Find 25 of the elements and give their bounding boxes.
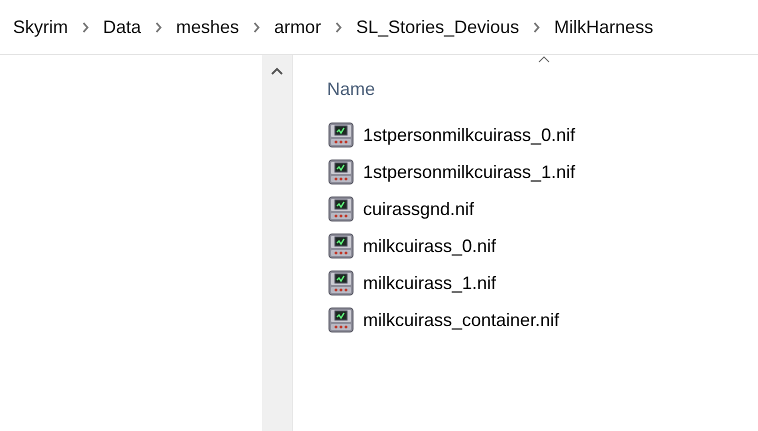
chevron-right-icon [253,22,260,32]
column-header[interactable]: Name [327,80,376,98]
breadcrumb-item[interactable]: SL_Stories_Devious [356,18,520,36]
breadcrumb-item[interactable]: MilkHarness [554,18,654,36]
scroll-up-icon[interactable] [271,67,283,75]
breadcrumb-item[interactable]: Skyrim [13,18,68,36]
file-name[interactable]: milkcuirass_container.nif [363,310,560,328]
file-name[interactable]: cuirassgnd.nif [363,200,474,218]
file-type-icon [327,268,355,296]
file-name[interactable]: milkcuirass_1.nif [363,274,496,292]
file-type-icon [327,194,355,222]
file-name[interactable]: milkcuirass_0.nif [363,236,496,254]
file-type-icon [327,120,355,148]
chevron-right-icon [533,22,540,32]
breadcrumb-item[interactable]: Data [103,18,142,36]
file-name[interactable]: 1stpersonmilkcuirass_0.nif [363,126,576,144]
breadcrumb-item[interactable]: meshes [176,18,240,36]
file-name[interactable]: 1stpersonmilkcuirass_1.nif [363,162,576,180]
breadcrumb-item[interactable]: armor [274,18,322,36]
file-type-icon [327,232,355,260]
chevron-right-icon [335,22,342,32]
chevron-right-icon [82,22,89,32]
chevron-right-icon [155,22,162,32]
file-type-icon [327,306,355,334]
file-type-icon [327,158,355,186]
